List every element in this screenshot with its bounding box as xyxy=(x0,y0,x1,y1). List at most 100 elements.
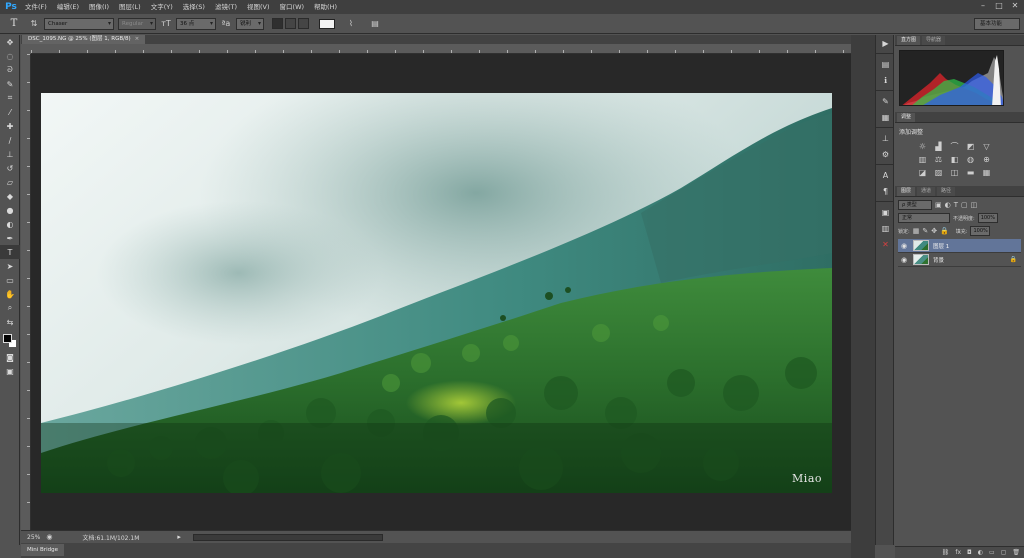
menu-help[interactable]: 帮助(H) xyxy=(309,0,342,14)
layer-comps-icon[interactable]: ▥ xyxy=(876,220,895,236)
warp-text-icon[interactable]: ⌇ xyxy=(345,18,357,30)
path-selection-tool-icon[interactable]: ➤ xyxy=(0,259,20,273)
healing-brush-tool-icon[interactable]: ✚ xyxy=(0,119,20,133)
status-menu-arrow[interactable]: ▸ xyxy=(177,533,181,541)
font-style-select[interactable]: Regular xyxy=(118,17,156,30)
screen-mode-icon[interactable]: ▣ xyxy=(0,364,20,378)
layer-row[interactable]: ◉ 背景 🔒 xyxy=(898,253,1021,267)
extension-panel-icon[interactable]: ✕ xyxy=(876,236,895,252)
crop-tool-icon[interactable]: ⌗ xyxy=(0,91,20,105)
type-tool-preset-icon[interactable]: T xyxy=(4,17,24,31)
layer-filter-select[interactable]: ρ 类型 xyxy=(898,200,932,210)
invert-icon[interactable]: ◪ xyxy=(917,168,928,178)
maximize-button[interactable]: □ xyxy=(994,1,1004,11)
menu-layer[interactable]: 图层(L) xyxy=(114,0,146,14)
align-left-button[interactable] xyxy=(272,18,283,29)
threshold-icon[interactable]: ◫ xyxy=(949,168,960,178)
eyedropper-tool-icon[interactable]: ⁄ xyxy=(0,105,20,119)
lock-all-icon[interactable]: 🔒 xyxy=(940,227,949,235)
layer-row[interactable]: ◉ 图层 1 xyxy=(898,239,1021,253)
brush-tool-icon[interactable]: ∕ xyxy=(0,133,20,147)
menu-type[interactable]: 文字(Y) xyxy=(146,0,178,14)
document-tab[interactable]: DSC_1095.NG @ 25% (图层 1, RGB/8) × xyxy=(22,35,146,44)
vibrance-icon[interactable]: ▽ xyxy=(981,142,992,152)
vertical-ruler[interactable] xyxy=(21,54,31,530)
paint-bucket-tool-icon[interactable]: ◆ xyxy=(0,189,20,203)
brightness-contrast-icon[interactable]: ☼ xyxy=(917,142,928,152)
new-layer-icon[interactable]: ▢ xyxy=(1001,549,1007,556)
horizontal-scrollbar[interactable] xyxy=(192,533,383,541)
opacity-field[interactable]: 100% xyxy=(977,213,998,223)
properties-panel-icon[interactable]: ▣ xyxy=(876,204,895,220)
lasso-tool-icon[interactable]: ᘐ xyxy=(0,63,20,77)
character-panel-icon[interactable]: ▤ xyxy=(369,18,381,30)
eraser-tool-icon[interactable]: ▱ xyxy=(0,175,20,189)
brush-presets-icon[interactable]: ▦ xyxy=(876,109,895,125)
lock-position-icon[interactable]: ✥ xyxy=(931,227,937,235)
new-adjustment-icon[interactable]: ◐ xyxy=(978,549,983,556)
black-white-icon[interactable]: ◧ xyxy=(949,155,960,165)
filter-adjustment-icon[interactable]: ◐ xyxy=(945,201,951,209)
menu-file[interactable]: 文件(F) xyxy=(20,0,52,14)
menu-edit[interactable]: 编辑(E) xyxy=(52,0,84,14)
levels-icon[interactable]: ▟ xyxy=(933,142,944,152)
channel-mixer-icon[interactable]: ⊕ xyxy=(981,155,992,165)
antialias-select[interactable]: 锐利 xyxy=(236,17,264,30)
visibility-eye-icon[interactable]: ◉ xyxy=(901,256,909,264)
font-size-select[interactable]: 36 点 xyxy=(176,17,216,30)
status-options-icon[interactable]: ◉ xyxy=(46,533,52,541)
tool-presets-icon[interactable]: ⚙ xyxy=(876,146,895,162)
minimize-button[interactable]: – xyxy=(978,1,988,11)
align-center-button[interactable] xyxy=(285,18,296,29)
menu-view[interactable]: 视图(V) xyxy=(242,0,275,14)
mini-bridge-tab[interactable]: Mini Bridge xyxy=(21,544,64,556)
photo-filter-icon[interactable]: ◍ xyxy=(965,155,976,165)
delete-layer-icon[interactable]: 🗑 xyxy=(1012,549,1020,556)
move-tool-icon[interactable]: ✥ xyxy=(0,35,20,49)
blur-tool-icon[interactable]: ● xyxy=(0,203,20,217)
character-panel-dock-icon[interactable]: A xyxy=(876,167,895,183)
tab-navigator[interactable]: 导航器 xyxy=(922,36,946,45)
filter-pixel-icon[interactable]: ▣ xyxy=(935,201,942,209)
layer-style-icon[interactable]: fx xyxy=(955,549,961,556)
fill-field[interactable]: 100% xyxy=(970,226,991,236)
ruler-origin[interactable] xyxy=(21,44,31,54)
quick-select-tool-icon[interactable]: ✎ xyxy=(0,77,20,91)
clone-stamp-tool-icon[interactable]: ⊥ xyxy=(0,147,20,161)
align-right-button[interactable] xyxy=(298,18,309,29)
history-panel-icon[interactable]: ▤ xyxy=(876,56,895,72)
add-mask-icon[interactable]: ◘ xyxy=(967,549,972,556)
info-panel-icon[interactable]: ℹ xyxy=(876,72,895,88)
pen-tool-icon[interactable]: ✒ xyxy=(0,231,20,245)
menu-select[interactable]: 选择(S) xyxy=(178,0,210,14)
filter-shape-icon[interactable]: ▢ xyxy=(961,201,968,209)
close-tab-icon[interactable]: × xyxy=(135,36,140,42)
new-group-icon[interactable]: ▭ xyxy=(989,549,995,556)
history-brush-tool-icon[interactable]: ↺ xyxy=(0,161,20,175)
menu-filter[interactable]: 滤镜(T) xyxy=(210,0,242,14)
paragraph-panel-icon[interactable]: ¶ xyxy=(876,183,895,199)
zoom-level[interactable]: 25% xyxy=(27,534,40,541)
horizontal-ruler[interactable] xyxy=(31,44,851,54)
workspace-select[interactable]: 基本功能 xyxy=(974,18,1020,30)
actions-panel-icon[interactable]: ▶ xyxy=(876,35,895,51)
brush-panel-icon[interactable]: ✎ xyxy=(876,93,895,109)
text-orientation-icon[interactable]: ⇅ xyxy=(28,18,40,30)
hue-saturation-icon[interactable]: ▥ xyxy=(917,155,928,165)
type-tool-icon[interactable]: T xyxy=(0,245,20,259)
menu-image[interactable]: 图像(I) xyxy=(84,0,114,14)
color-balance-icon[interactable]: ⚖ xyxy=(933,155,944,165)
visibility-eye-icon[interactable]: ◉ xyxy=(901,242,909,250)
marquee-tool-icon[interactable]: ◌ xyxy=(0,49,20,63)
swap-colors-icon[interactable]: ⇆ xyxy=(0,315,20,329)
filter-type-icon[interactable]: T xyxy=(954,201,958,209)
filter-smart-icon[interactable]: ◫ xyxy=(971,201,978,209)
font-family-select[interactable]: Chaser xyxy=(44,17,114,30)
dodge-tool-icon[interactable]: ◐ xyxy=(0,217,20,231)
curves-icon[interactable]: ⌒ xyxy=(949,142,960,152)
tab-channels[interactable]: 通道 xyxy=(917,187,936,196)
blend-mode-select[interactable]: 正常 xyxy=(898,213,950,223)
clone-source-icon[interactable]: ⊥ xyxy=(876,130,895,146)
hand-tool-icon[interactable]: ✋ xyxy=(0,287,20,301)
exposure-icon[interactable]: ◩ xyxy=(965,142,976,152)
